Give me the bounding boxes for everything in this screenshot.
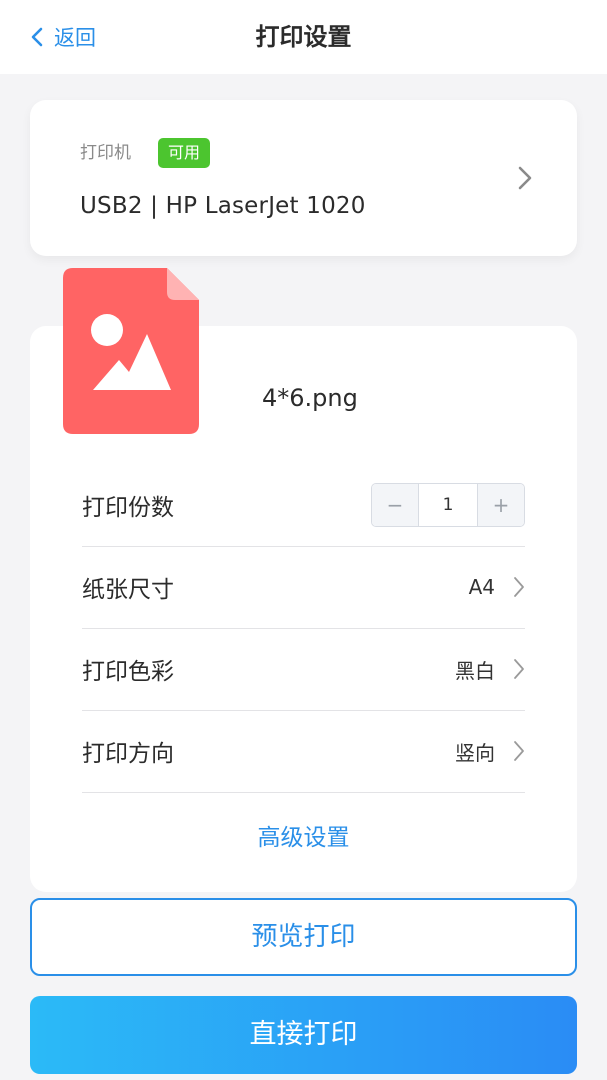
direct-print-button[interactable]: 直接打印	[30, 996, 577, 1074]
color-value: 黑白	[455, 658, 495, 683]
copies-value[interactable]: 1	[418, 484, 478, 526]
printer-name: USB2 | HP LaserJet 1020	[80, 193, 366, 219]
paper-size-row[interactable]: 纸张尺寸 A4	[82, 546, 525, 629]
printer-select-card[interactable]: 打印机 可用 USB2 | HP LaserJet 1020	[30, 100, 577, 256]
copies-stepper: − 1 +	[371, 483, 525, 527]
image-file-icon	[63, 268, 199, 434]
orientation-row[interactable]: 打印方向 竖向	[82, 710, 525, 793]
print-settings-page: 返回 打印设置 打印机 可用 USB2 | HP LaserJet 1020 4…	[0, 0, 607, 1080]
paper-size-value: A4	[468, 575, 495, 599]
status-badge: 可用	[158, 138, 211, 168]
page-title: 打印设置	[255, 23, 352, 51]
increment-button[interactable]: +	[478, 484, 524, 526]
paper-size-label: 纸张尺寸	[82, 577, 174, 603]
color-label: 打印色彩	[82, 659, 174, 685]
chevron-right-icon	[514, 577, 524, 597]
chevron-right-icon	[518, 166, 532, 190]
orientation-value: 竖向	[455, 740, 495, 765]
decrement-button[interactable]: −	[372, 484, 418, 526]
copies-row: 打印份数 − 1 +	[82, 464, 525, 547]
copies-label: 打印份数	[82, 495, 174, 521]
chevron-right-icon	[514, 741, 524, 761]
preview-print-button[interactable]: 预览打印	[30, 898, 577, 976]
orientation-label: 打印方向	[82, 741, 174, 767]
color-row[interactable]: 打印色彩 黑白	[82, 628, 525, 711]
advanced-settings-link[interactable]: 高级设置	[30, 820, 577, 856]
printer-label: 打印机	[80, 143, 131, 163]
nav-header: 返回 打印设置	[0, 0, 607, 74]
chevron-right-icon	[514, 659, 524, 679]
file-name: 4*6.png	[262, 384, 358, 412]
